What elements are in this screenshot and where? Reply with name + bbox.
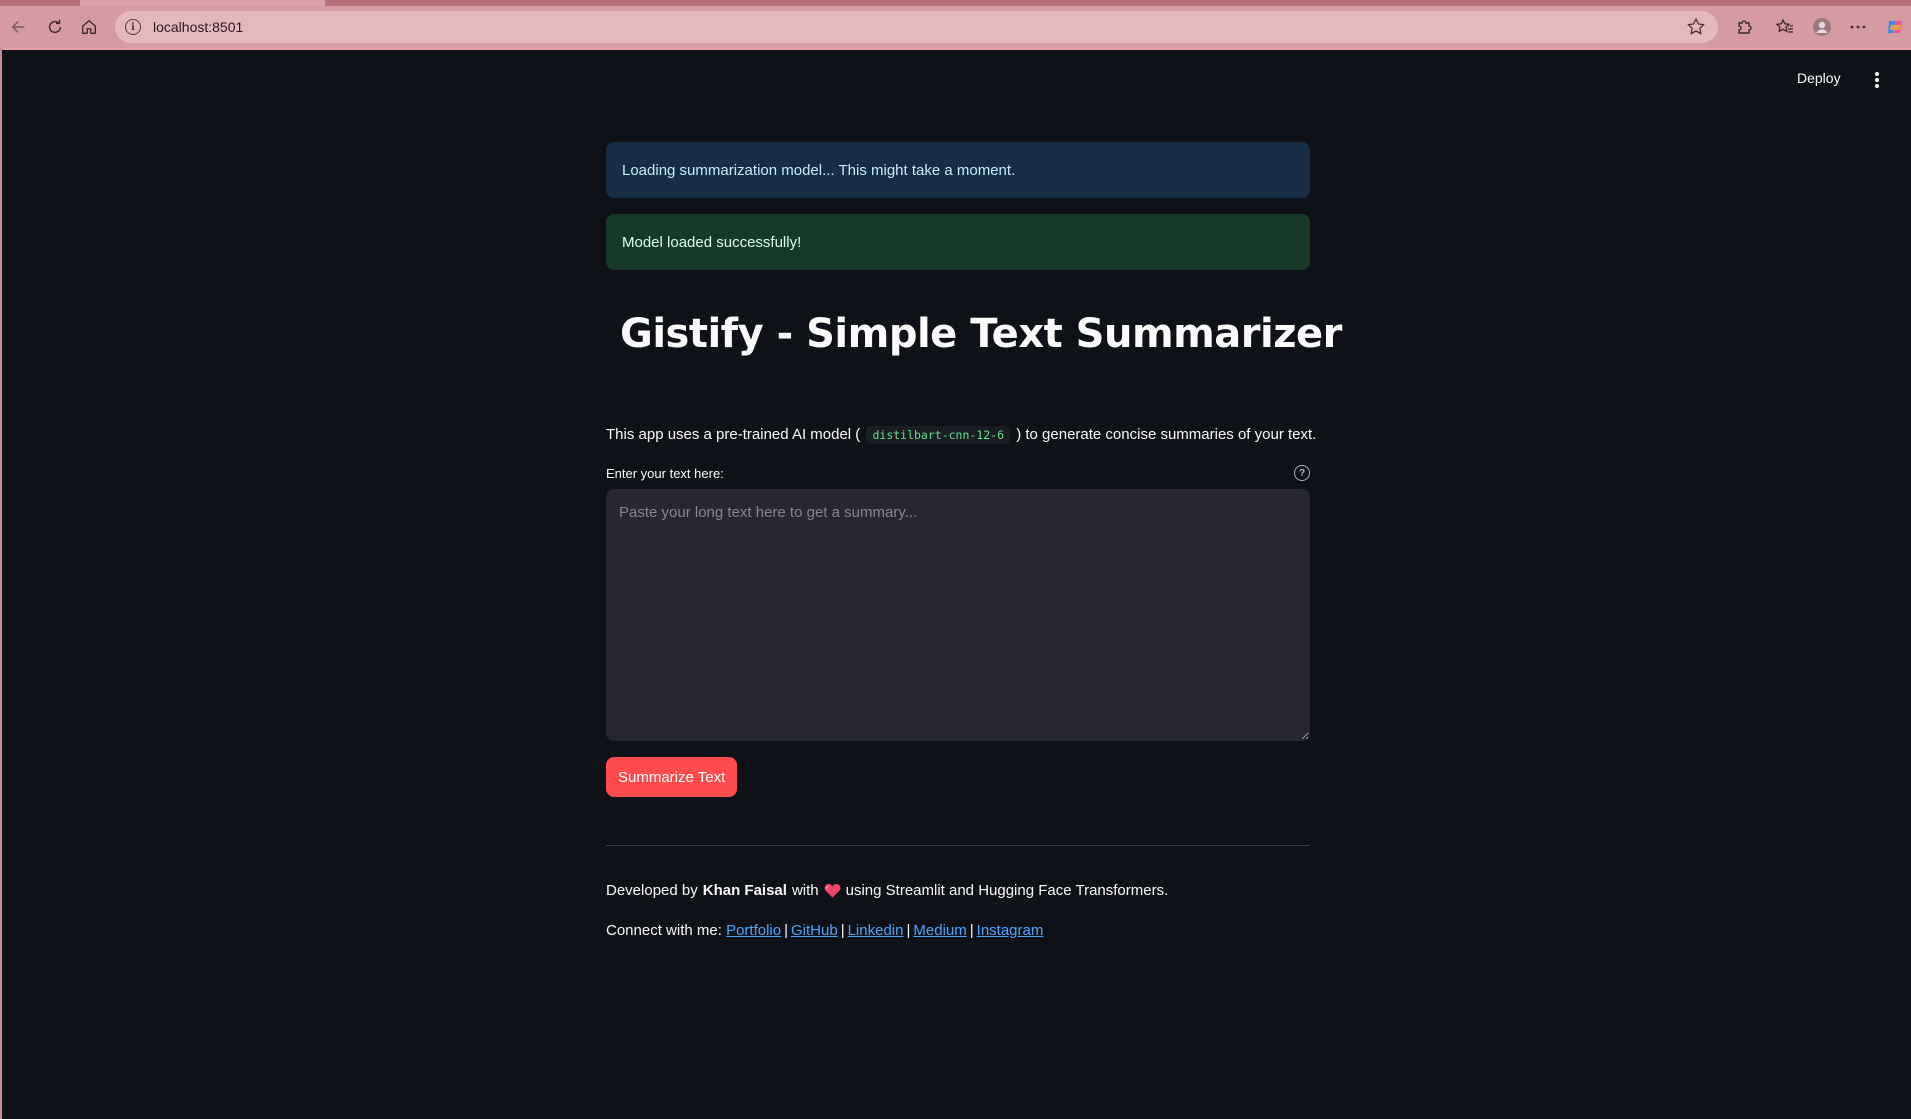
- main-menu-button[interactable]: [1870, 70, 1884, 90]
- connect-line: Connect with me: Portfolio | GitHub | Linked…: [606, 922, 1310, 939]
- link-separator: |: [784, 922, 788, 939]
- favorites-icon: [1775, 18, 1793, 33]
- medium-link[interactable]: Medium: [913, 922, 966, 939]
- info-icon[interactable]: i: [125, 19, 141, 35]
- profile-icon: [1813, 18, 1831, 36]
- link-separator: |: [906, 922, 911, 939]
- app-viewport: Deploy Loading summarization model... Th…: [2, 48, 1911, 1119]
- puzzle-icon: [1738, 20, 1752, 34]
- app-description: This app uses a pre-trained AI model ( d…: [606, 426, 1316, 444]
- address-bar[interactable]: i localhost:8501: [115, 11, 1718, 43]
- divider: [606, 845, 1310, 846]
- summarize-button[interactable]: Summarize Text: [606, 757, 738, 797]
- heart-emoji: [824, 884, 841, 898]
- reload-icon: [48, 19, 62, 34]
- text-input-area[interactable]: [606, 489, 1310, 741]
- portfolio-link[interactable]: Portfolio: [726, 922, 781, 939]
- link-separator: |: [969, 922, 974, 939]
- text-input-label: Enter your text here:: [606, 466, 724, 481]
- instagram-link[interactable]: Instagram: [977, 922, 1044, 939]
- credit-suffix: using Streamlit and Hugging Face Transfo…: [845, 882, 1169, 899]
- github-link[interactable]: GitHub: [791, 922, 838, 939]
- copilot-button[interactable]: [1879, 11, 1911, 43]
- text-input-label-row: Enter your text here: ?: [606, 465, 1310, 483]
- kebab-dot: [1875, 78, 1879, 82]
- profile-button[interactable]: [1806, 11, 1838, 43]
- browser-toolbar: i localhost:8501: [0, 6, 1911, 48]
- credit-with: with: [791, 882, 819, 899]
- reload-button[interactable]: [40, 12, 70, 42]
- home-button[interactable]: [74, 12, 104, 42]
- kebab-dot: [1875, 72, 1879, 76]
- back-button[interactable]: [4, 12, 34, 42]
- deploy-button[interactable]: Deploy: [1797, 70, 1841, 86]
- page-title: Gistify - Simple Text Summarizer: [606, 304, 1342, 364]
- linkedin-link[interactable]: Linkedin: [848, 922, 904, 939]
- main-content: Loading summarization model... This migh…: [606, 142, 1342, 939]
- description-text-after: ) to generate concise summaries of your …: [1016, 426, 1317, 443]
- more-button[interactable]: [1842, 11, 1874, 43]
- copilot-icon: [1888, 21, 1902, 33]
- arrow-left-icon: [11, 21, 25, 33]
- star-icon[interactable]: [1686, 17, 1706, 37]
- success-alert: Model loaded successfully!: [606, 214, 1310, 270]
- description-text-before: This app uses a pre-trained AI model (: [606, 426, 861, 443]
- author-name: Khan Faisal: [702, 882, 787, 899]
- help-circle-icon[interactable]: ?: [1294, 465, 1310, 481]
- info-alert: Loading summarization model... This migh…: [606, 142, 1310, 198]
- link-separator: |: [840, 922, 845, 939]
- favorites-button[interactable]: [1769, 11, 1801, 43]
- kebab-dot: [1875, 84, 1879, 88]
- credit-line: Developed by Khan Faisal with using Stre…: [606, 882, 1310, 899]
- connect-prefix: Connect with me:: [606, 922, 722, 939]
- model-code: distilbart-cnn-12-6: [866, 426, 1011, 444]
- url-text[interactable]: localhost:8501: [153, 19, 243, 35]
- page-title-text: Gistify - Simple Text Summarizer: [620, 311, 1342, 357]
- extensions-button[interactable]: [1729, 11, 1761, 43]
- ellipsis-icon: [1850, 25, 1866, 29]
- credit-prefix: Developed by: [606, 882, 698, 899]
- home-icon: [82, 20, 96, 34]
